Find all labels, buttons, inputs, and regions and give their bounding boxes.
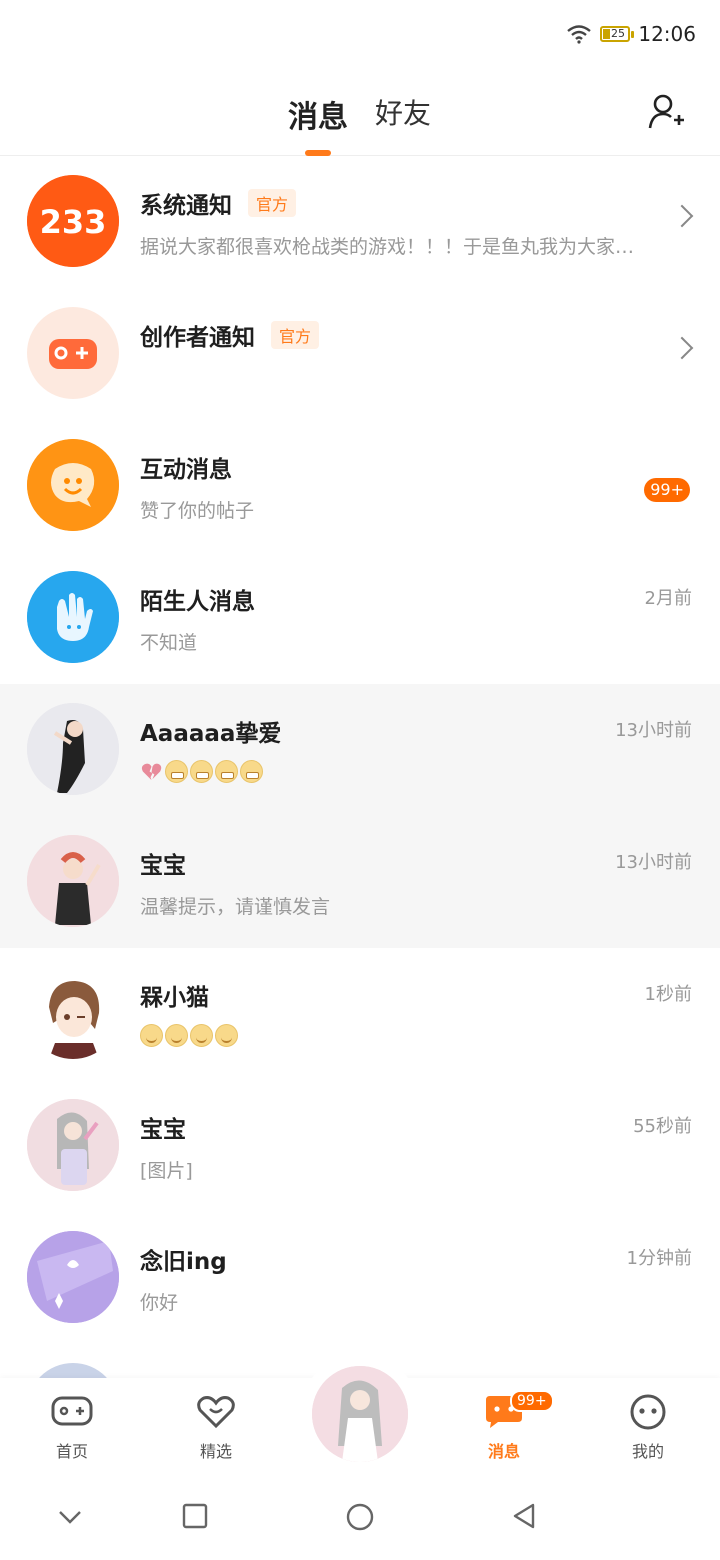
row-title: 宝宝 [140, 853, 186, 879]
list-item-chat[interactable]: Aaaaaa挚爱 13小时前 [0, 684, 720, 816]
list-item-chat[interactable]: 槑小猫 1秒前 [0, 948, 720, 1080]
nav-label: 精选 [199, 1442, 232, 1461]
broken-heart-icon [141, 763, 162, 781]
avatar-image [27, 835, 119, 927]
top-tab-bar: 消息 好友 [0, 70, 720, 156]
heart-icon [197, 1396, 235, 1429]
avatar-image [27, 967, 119, 1059]
avatar-image [27, 1231, 119, 1323]
official-tag: 官方 [271, 321, 320, 349]
row-title: 互动消息 [140, 457, 232, 483]
row-title: Aaaaaa挚爱 [140, 721, 282, 747]
chevron-right-icon [670, 336, 694, 360]
row-time: 13小时前 [615, 720, 692, 741]
wifi-icon [567, 25, 591, 44]
nav-featured[interactable]: 精选 [176, 1394, 256, 1462]
battery-icon: 25 [600, 26, 634, 42]
row-title: 陌生人消息 [140, 589, 255, 615]
list-item-chat[interactable]: 宝宝 [图片] 55秒前 [0, 1080, 720, 1212]
logo-233-icon: 233 [27, 175, 119, 267]
nav-label: 首页 [55, 1442, 88, 1461]
list-item-creator-notice[interactable]: 创作者通知 官方 [0, 288, 720, 420]
row-time: 1秒前 [644, 984, 692, 1005]
grimace-emoji-icon [215, 760, 238, 783]
gamepad-icon [49, 339, 97, 369]
avatar [27, 703, 119, 795]
home-circle-icon[interactable] [345, 1502, 375, 1532]
unread-badge: 99+ [644, 478, 690, 502]
system-notice-avatar: 233 [27, 175, 119, 267]
row-title: 创作者通知 官方 [140, 318, 320, 352]
list-item-stranger-messages[interactable]: 陌生人消息 不知道 2月前 [0, 552, 720, 684]
smile-emoji-icon [215, 1024, 238, 1047]
nav-label: 我的 [631, 1442, 664, 1461]
chat-bubble-icon [27, 439, 119, 531]
chevron-down-icon[interactable] [56, 1502, 84, 1530]
stranger-messages-avatar [27, 571, 119, 663]
back-triangle-icon[interactable] [511, 1502, 539, 1530]
nav-mine[interactable]: 我的 [608, 1394, 688, 1462]
center-avatar-button[interactable] [312, 1366, 408, 1462]
message-list: 233 系统通知 官方 据说大家都很喜欢枪战类的游戏！！！于是鱼丸我为大家… 创作… [0, 156, 720, 1476]
hand-wave-icon [27, 571, 119, 663]
avatar [27, 1099, 119, 1191]
smile-emoji-icon [190, 1024, 213, 1047]
grimace-emoji-icon [165, 760, 188, 783]
avatar-image [27, 1099, 119, 1191]
row-subtitle: 你好 [140, 1292, 179, 1314]
row-time: 13小时前 [615, 852, 692, 873]
bottom-tab-bar: 首页 精选 消息 99+ 我的 [0, 1354, 720, 1476]
avatar-image [312, 1366, 408, 1462]
clock: 12:06 [638, 22, 696, 46]
face-icon [630, 1394, 666, 1430]
list-item-chat[interactable]: 念旧ing 你好 1分钟前 [0, 1212, 720, 1344]
row-title: 念旧ing [140, 1249, 227, 1275]
list-item-system-notice[interactable]: 233 系统通知 官方 据说大家都很喜欢枪战类的游戏！！！于是鱼丸我为大家… [0, 156, 720, 288]
battery-level: 25 [611, 27, 625, 40]
avatar [27, 835, 119, 927]
row-title: 宝宝 [140, 1117, 186, 1143]
nav-label: 消息 [487, 1442, 520, 1461]
message-preview-emojis [140, 1024, 238, 1047]
recent-apps-icon[interactable] [181, 1502, 209, 1530]
system-navigation-bar [0, 1476, 720, 1560]
avatar-image [27, 703, 119, 795]
status-bar: 25 12:06 [0, 0, 720, 70]
grimace-emoji-icon [190, 760, 213, 783]
gamepad-icon [51, 1396, 93, 1426]
official-tag: 官方 [248, 189, 297, 217]
row-time: 1分钟前 [626, 1248, 692, 1269]
tab-friends[interactable]: 好友 [375, 92, 431, 132]
message-preview-emojis [140, 760, 263, 783]
interactive-messages-avatar [27, 439, 119, 531]
row-time: 2月前 [644, 588, 692, 609]
row-time: 55秒前 [633, 1116, 692, 1137]
row-title: 系统通知 官方 [140, 186, 297, 220]
chevron-right-icon [670, 204, 694, 228]
row-title: 槑小猫 [140, 985, 209, 1011]
tab-messages[interactable]: 消息 [288, 92, 348, 136]
avatar [27, 1231, 119, 1323]
messages-badge: 99+ [510, 1390, 554, 1412]
row-subtitle: 不知道 [140, 632, 198, 654]
svg-text:233: 233 [40, 203, 107, 241]
row-subtitle: 温馨提示，请谨慎发言 [140, 896, 331, 918]
avatar [27, 967, 119, 1059]
smile-emoji-icon [165, 1024, 188, 1047]
list-item-interactive-messages[interactable]: 互动消息 赞了你的帖子 99+ [0, 420, 720, 552]
list-item-chat[interactable]: 宝宝 温馨提示，请谨慎发言 13小时前 [0, 816, 720, 948]
grimace-emoji-icon [240, 760, 263, 783]
smile-emoji-icon [140, 1024, 163, 1047]
nav-home[interactable]: 首页 [32, 1394, 112, 1462]
add-friend-icon[interactable] [646, 92, 686, 132]
row-subtitle: 赞了你的帖子 [140, 500, 255, 522]
creator-notice-avatar [27, 307, 119, 399]
row-subtitle: [图片] [140, 1160, 193, 1182]
row-subtitle: 据说大家都很喜欢枪战类的游戏！！！于是鱼丸我为大家… [140, 236, 635, 258]
